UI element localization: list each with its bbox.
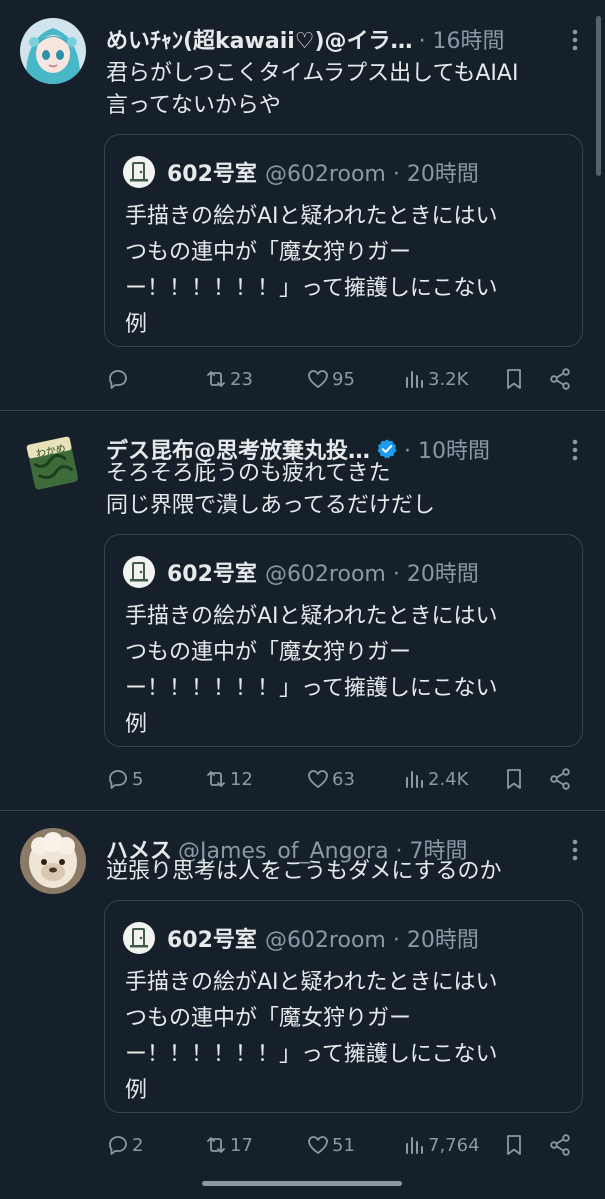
quoted-avatar — [123, 556, 155, 588]
share-icon — [550, 1134, 570, 1156]
reply-icon — [109, 770, 127, 789]
retweet-count: 17 — [230, 1134, 253, 1156]
quoted-tweet[interactable]: 602号室 @602room · 20時間 手描きの絵がAIと疑われたときにはい… — [104, 900, 583, 1113]
view-count: 7,764 — [428, 1134, 480, 1156]
retweet-button[interactable]: 23 — [204, 362, 253, 396]
like-count: 63 — [332, 768, 355, 790]
reply-count: 5 — [132, 768, 144, 790]
quoted-tweet-header: 602号室 @602room · 20時間 — [123, 555, 479, 589]
retweet-icon — [207, 1137, 225, 1153]
tweet[interactable]: ハメス @James_of_Angora · 7時間 逆張り思考は人をこうもダメ… — [0, 810, 605, 1199]
quoted-tweet-header: 602号室 @602room · 20時間 — [123, 921, 479, 955]
action-bar: 5 12 63 2.4K — [0, 762, 605, 796]
quoted-tweet-header: 602号室 @602room · 20時間 — [123, 155, 479, 189]
action-bar: 2 17 51 7,764 — [0, 1128, 605, 1162]
quoted-display-name: 602号室 — [167, 928, 257, 953]
tweet-header: めいﾁｬﾝ(超kawaii♡)@イラ… · 16時間 — [106, 22, 556, 56]
reply-button[interactable]: 2 — [106, 1128, 143, 1162]
views-chart-icon — [406, 771, 423, 788]
quoted-meta: @602room · 20時間 — [264, 162, 479, 187]
tweet-text: 逆張り思考は人をこうもダメにするのか — [106, 859, 502, 884]
like-count: 51 — [332, 1134, 355, 1156]
share-button[interactable] — [548, 762, 574, 796]
views-button[interactable]: 2.4K — [402, 762, 468, 796]
quoted-display-name: 602号室 — [167, 162, 257, 187]
quoted-text: 手描きの絵がAIと疑われたときにはい つもの連中が「魔女狩りガー ー！！！！！！… — [125, 204, 498, 337]
heart-icon — [308, 370, 328, 388]
like-button[interactable]: 95 — [306, 362, 355, 396]
tweet-text: そろそろ庇うのも疲れてきた 同じ界隈で潰しあってるだけだし — [106, 461, 435, 518]
view-count: 3.2K — [428, 368, 469, 390]
bookmark-icon — [507, 1135, 521, 1155]
quoted-meta: @602room · 20時間 — [264, 562, 479, 587]
like-button[interactable]: 63 — [306, 762, 355, 796]
tweet[interactable]: わかめ デス昆布@思考放棄丸投… · 10時間 そろそろ庇うのも疲れてきた 同じ… — [0, 410, 605, 810]
action-bar: 23 95 3.2K — [0, 362, 605, 396]
reply-button[interactable]: 5 — [106, 762, 143, 796]
heart-icon — [308, 1136, 328, 1154]
timestamp[interactable]: · 16時間 — [419, 23, 505, 55]
quoted-display-name: 602号室 — [167, 562, 257, 587]
door-avatar-icon — [130, 928, 148, 948]
quoted-tweet[interactable]: 602号室 @602room · 20時間 手描きの絵がAIと疑われたときにはい… — [104, 134, 583, 347]
alpaca-avatar-image — [20, 828, 86, 894]
share-button[interactable] — [548, 1128, 574, 1162]
retweet-count: 12 — [230, 768, 253, 790]
retweet-count: 23 — [230, 368, 253, 390]
door-avatar-icon — [130, 562, 148, 582]
bookmark-button[interactable] — [502, 362, 528, 396]
heart-icon — [308, 770, 328, 788]
share-icon — [550, 768, 570, 790]
reply-button[interactable] — [106, 362, 132, 396]
views-chart-icon — [406, 371, 423, 388]
door-avatar-icon — [130, 162, 148, 182]
view-count: 2.4K — [428, 768, 469, 790]
bookmark-icon — [507, 769, 521, 789]
like-count: 95 — [332, 368, 355, 390]
verified-badge-icon[interactable] — [376, 438, 398, 460]
retweet-icon — [207, 771, 225, 787]
bookmark-button[interactable] — [502, 762, 528, 796]
views-button[interactable]: 3.2K — [402, 362, 468, 396]
home-indicator[interactable] — [202, 1181, 402, 1186]
retweet-icon — [207, 371, 225, 387]
bookmark-button[interactable] — [502, 1128, 528, 1162]
share-button[interactable] — [548, 362, 574, 396]
avatar[interactable] — [20, 18, 86, 84]
views-button[interactable]: 7,764 — [402, 1128, 480, 1162]
wakame-package-avatar-image: わかめ — [20, 428, 86, 494]
reply-count: 2 — [132, 1134, 144, 1156]
like-button[interactable]: 51 — [306, 1128, 355, 1162]
reply-icon — [109, 1136, 127, 1155]
display-name[interactable]: めいﾁｬﾝ(超kawaii♡)@イラ… — [106, 23, 413, 55]
quoted-avatar — [123, 922, 155, 954]
more-options-icon[interactable] — [565, 28, 585, 52]
quoted-tweet[interactable]: 602号室 @602room · 20時間 手描きの絵がAIと疑われたときにはい… — [104, 534, 583, 747]
tweet-text: 君らがしつこくタイムラプス出してもAIAI 言ってないからや — [106, 61, 519, 118]
tweet[interactable]: めいﾁｬﾝ(超kawaii♡)@イラ… · 16時間 君らがしつこくタイムラプス… — [0, 0, 605, 410]
share-icon — [550, 368, 570, 390]
avatar[interactable]: わかめ — [20, 428, 86, 494]
quoted-meta: @602room · 20時間 — [264, 928, 479, 953]
retweet-button[interactable]: 12 — [204, 762, 253, 796]
bookmark-icon — [507, 369, 521, 389]
quoted-avatar — [123, 156, 155, 188]
retweet-button[interactable]: 17 — [204, 1128, 253, 1162]
avatar[interactable] — [20, 828, 86, 894]
anime-girl-avatar-image — [20, 18, 86, 84]
quoted-text: 手描きの絵がAIと疑われたときにはい つもの連中が「魔女狩りガー ー！！！！！！… — [125, 970, 498, 1103]
quoted-text: 手描きの絵がAIと疑われたときにはい つもの連中が「魔女狩りガー ー！！！！！！… — [125, 604, 498, 737]
reply-icon — [109, 370, 127, 389]
views-chart-icon — [406, 1137, 423, 1154]
